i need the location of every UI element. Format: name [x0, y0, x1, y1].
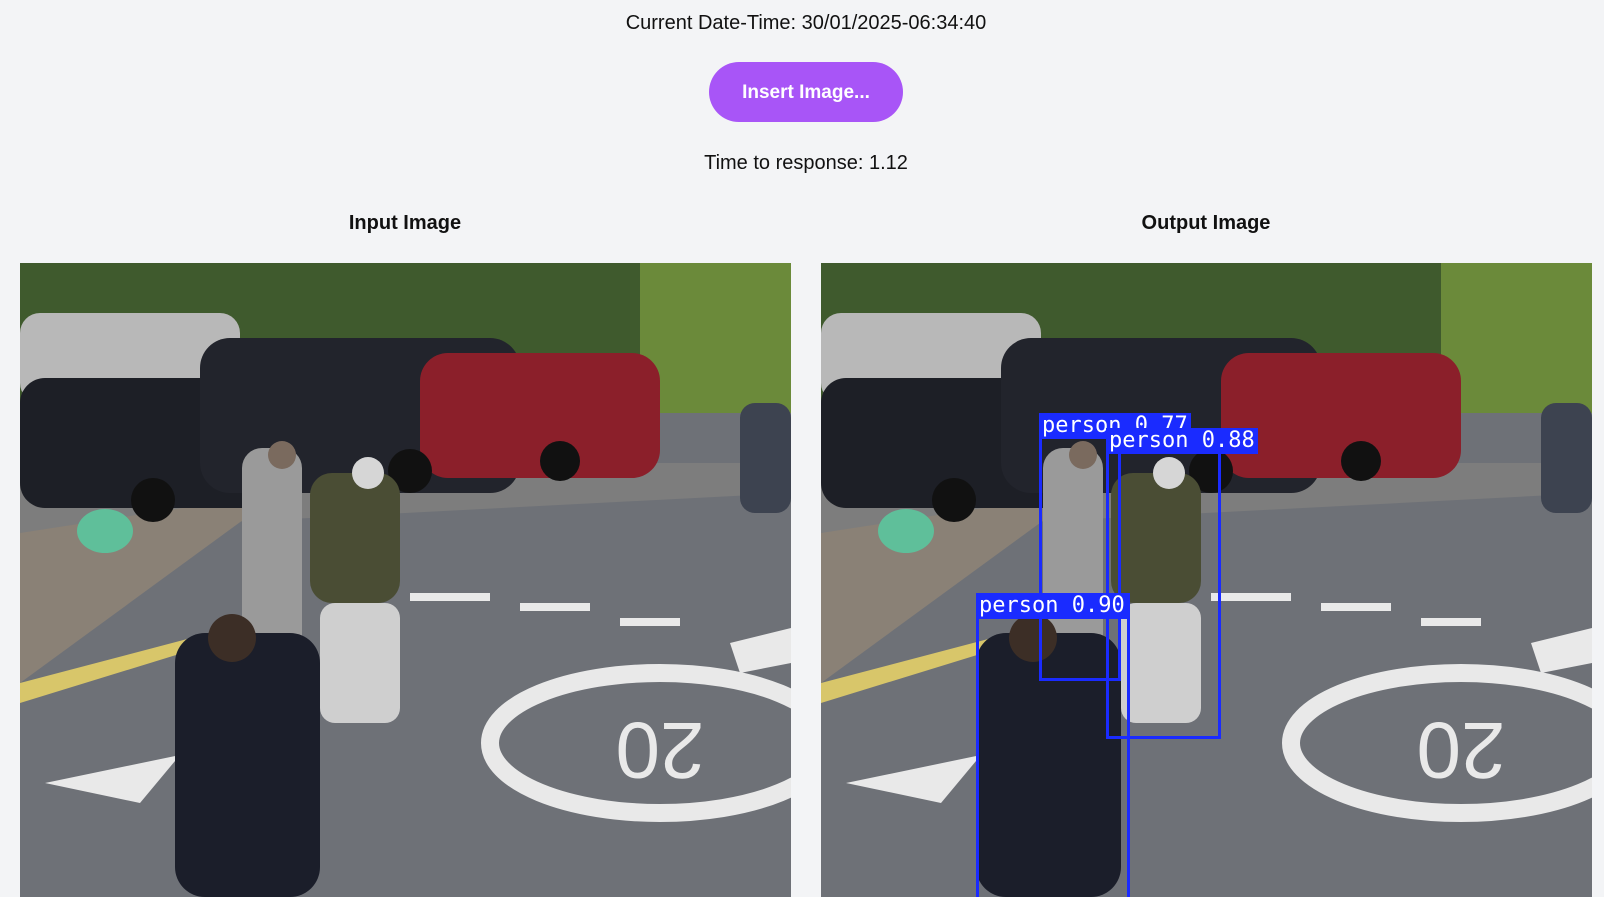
detection-label: person 0.88 — [1106, 428, 1258, 454]
insert-image-button[interactable]: Insert Image... — [709, 62, 903, 122]
response-time: Time to response: 1.12 — [704, 152, 908, 174]
detection-label: person 0.90 — [976, 593, 1128, 619]
street-scene-image: 20 — [20, 263, 791, 897]
input-image: 20 — [20, 263, 791, 897]
input-image-title: Input Image — [348, 212, 462, 234]
output-image: 20 person 0.77 person 0.88 person 0.90 — [821, 263, 1592, 897]
detection-box — [976, 593, 1130, 897]
current-datetime: Current Date-Time: 30/01/2025-06:34:40 — [625, 12, 987, 34]
svg-text:20: 20 — [616, 706, 705, 795]
svg-text:20: 20 — [1417, 706, 1506, 795]
output-image-title: Output Image — [1141, 212, 1271, 234]
